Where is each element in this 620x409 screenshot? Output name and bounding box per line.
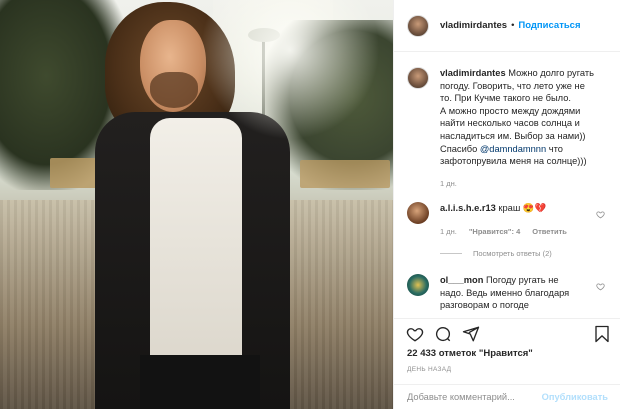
caption-text: vladimirdantes Можно долго ругать погоду… (440, 67, 594, 168)
header-separator: • (511, 20, 515, 31)
instagram-post: vladimirdantes • Подписаться vladimirdan… (0, 0, 620, 409)
add-comment-bar: Добавьте комментарий... Опубликовать (394, 384, 620, 409)
author-avatar[interactable] (407, 14, 429, 37)
commenter-avatar[interactable] (407, 274, 429, 296)
comment-text: a.l.i.s.h.e.r13 краш 😍💔 (440, 202, 580, 224)
caption-line: то. При Кучме такого не было. (440, 93, 571, 104)
comment-meta: 1 дн. "Нравится": 4 Ответить (440, 227, 567, 236)
comment-like-heart-icon[interactable] (596, 210, 605, 219)
post-header: vladimirdantes • Подписаться (394, 0, 620, 52)
comment-icon[interactable] (434, 325, 452, 343)
comment-item: ol___mon Погоду ругать не надо. Ведь име… (407, 274, 617, 312)
view-replies-label: Посмотреть ответы (2) (473, 249, 552, 258)
author-username[interactable]: vladimirdantes (440, 20, 507, 31)
caption-username[interactable]: vladimirdantes (440, 68, 506, 78)
post-date[interactable]: ДЕНЬ НАЗАД (407, 366, 451, 373)
photo-person-beard (150, 72, 198, 108)
caption-line: зафотопрувила меня на солнце))) (440, 156, 587, 167)
caption-avatar[interactable] (407, 67, 429, 89)
post-action-bar (394, 318, 620, 348)
comment-input[interactable]: Добавьте комментарий... (407, 392, 542, 402)
view-replies-button[interactable]: Посмотреть ответы (2) (440, 249, 552, 258)
comment-time[interactable]: 1 дн. (440, 227, 457, 236)
post-caption: vladimirdantes Можно долго ругать погоду… (407, 67, 612, 168)
caption-line: Можно долго ругать (508, 68, 594, 78)
post-photo[interactable] (0, 0, 393, 409)
photo-bench (300, 160, 390, 188)
caption-line: погоду. Говорить, что лето уже не (440, 80, 585, 91)
caption-timestamp[interactable]: 1 дн. (440, 179, 457, 188)
comments-scroll-area[interactable]: vladimirdantes Можно долго ругать погоду… (394, 53, 620, 318)
caption-line: А можно просто между дождями (440, 105, 581, 116)
caption-line: что (548, 143, 563, 154)
photo-person-shirt (150, 118, 242, 368)
comment-item: a.l.i.s.h.e.r13 краш 😍💔 (407, 202, 617, 224)
photo-person-pants (140, 355, 260, 409)
commenter-avatar[interactable] (407, 202, 429, 224)
reply-button[interactable]: Ответить (532, 227, 567, 236)
publish-button[interactable]: Опубликовать (542, 392, 608, 402)
caption-mention-link[interactable]: @damndamnnn (480, 144, 546, 154)
replies-divider (440, 253, 462, 254)
post-side-panel: vladimirdantes • Подписаться vladimirdan… (393, 0, 620, 409)
caption-line: насладиться им. Выбор за нами)) (440, 130, 586, 141)
comment-text: ol___mon Погоду ругать не надо. Ведь име… (440, 274, 580, 312)
comment-body: краш 😍💔 (498, 203, 547, 213)
heart-icon[interactable] (406, 325, 424, 343)
comment-line: Погоду ругать не (486, 275, 559, 285)
caption-line: Спасибо (440, 143, 478, 154)
comment-like-heart-icon[interactable] (596, 282, 605, 291)
share-icon[interactable] (462, 325, 480, 343)
follow-button[interactable]: Подписаться (518, 20, 580, 31)
caption-line: найти несколько часов солнца и (440, 118, 580, 129)
bookmark-icon[interactable] (593, 325, 611, 343)
comment-likes-count[interactable]: "Нравится": 4 (469, 227, 520, 236)
commenter-username[interactable]: a.l.i.s.h.e.r13 (440, 203, 496, 213)
likes-count[interactable]: 22 433 отметок "Нравится" (407, 348, 533, 359)
comment-line: разговорам о погоде (440, 300, 529, 311)
comment-line: надо. Ведь именно благодаря (440, 287, 570, 298)
commenter-username[interactable]: ol___mon (440, 275, 483, 285)
